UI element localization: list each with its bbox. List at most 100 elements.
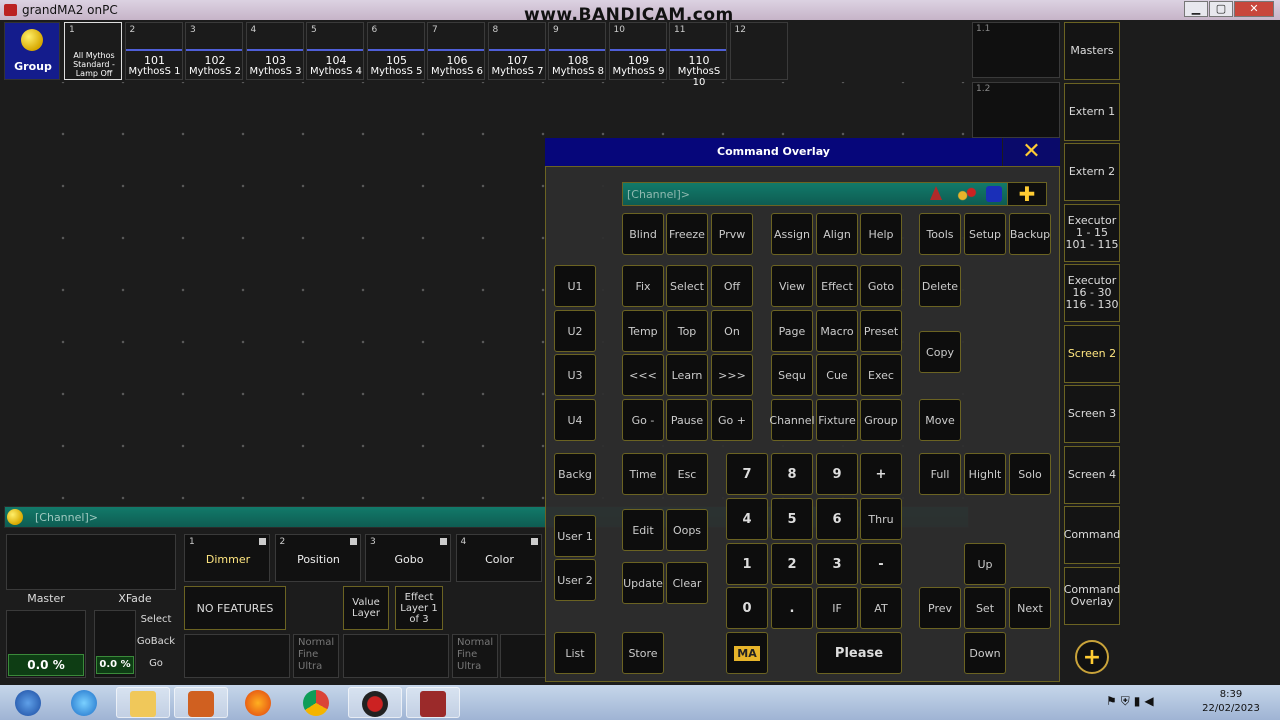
key-setup[interactable]: Setup bbox=[964, 213, 1006, 255]
encoder-1[interactable] bbox=[184, 634, 290, 678]
key-minus[interactable]: - bbox=[860, 543, 902, 585]
key-highlt[interactable]: Highlt bbox=[964, 453, 1006, 495]
key-view[interactable]: View bbox=[771, 265, 813, 307]
key-top[interactable]: Top bbox=[666, 310, 708, 352]
key-assign[interactable]: Assign bbox=[771, 213, 813, 255]
key-esc[interactable]: Esc bbox=[666, 453, 708, 495]
close-window-button[interactable]: ✕ bbox=[1234, 1, 1274, 17]
key-fixture[interactable]: Fixture bbox=[816, 399, 858, 441]
right-bar-extern-1[interactable]: Extern 1 bbox=[1064, 82, 1120, 141]
key-solo[interactable]: Solo bbox=[1009, 453, 1051, 495]
right-bar-command-overlay[interactable]: Command Overlay bbox=[1064, 566, 1120, 625]
key-goplus[interactable]: Go + bbox=[711, 399, 753, 441]
key-store[interactable]: Store bbox=[622, 632, 664, 674]
key-d8[interactable]: 8 bbox=[771, 453, 813, 495]
group-cell[interactable]: 9 108 MythosS 8 bbox=[548, 22, 606, 80]
key-d2[interactable]: 2 bbox=[771, 543, 813, 585]
group-cell[interactable]: 11 110 MythosS 10 bbox=[669, 22, 727, 88]
key-u4[interactable]: U4 bbox=[554, 399, 596, 441]
key-backup[interactable]: Backup bbox=[1009, 213, 1051, 255]
resolution-1[interactable]: Normal Fine Ultra bbox=[293, 634, 339, 678]
key-channel[interactable]: Channel bbox=[769, 399, 815, 441]
right-bar-screen-4[interactable]: Screen 4 bbox=[1064, 445, 1120, 504]
key-down[interactable]: Down bbox=[964, 632, 1006, 674]
select-button[interactable]: Select bbox=[138, 614, 174, 630]
minimize-button[interactable]: ▁ bbox=[1184, 1, 1208, 17]
key-sequ[interactable]: Sequ bbox=[771, 354, 813, 396]
key-freeze[interactable]: Freeze bbox=[666, 213, 708, 255]
go-button[interactable]: Go bbox=[138, 658, 174, 674]
key-macro[interactable]: Macro bbox=[816, 310, 858, 352]
key-d4[interactable]: 4 bbox=[726, 498, 768, 540]
key-d9[interactable]: 9 bbox=[816, 453, 858, 495]
right-bar-masters[interactable]: Masters bbox=[1064, 22, 1120, 80]
key-d0[interactable]: 0 bbox=[726, 587, 768, 629]
key-please[interactable]: Please bbox=[816, 632, 902, 674]
key-fix[interactable]: Fix bbox=[622, 265, 664, 307]
key-d6[interactable]: 6 bbox=[816, 498, 858, 540]
key-backg[interactable]: Backg bbox=[554, 453, 596, 495]
key-help[interactable]: Help bbox=[860, 213, 902, 255]
resolution-2[interactable]: Normal Fine Ultra bbox=[452, 634, 498, 678]
key-prev3[interactable]: <<< bbox=[622, 354, 664, 396]
taskbar-firefox[interactable] bbox=[232, 687, 286, 718]
key-group[interactable]: Group bbox=[860, 399, 902, 441]
key-user1[interactable]: User 1 bbox=[554, 515, 596, 557]
feature-position[interactable]: 2 Position bbox=[274, 534, 361, 582]
key-full[interactable]: Full bbox=[919, 453, 961, 495]
clock[interactable]: 8:39 22/02/2023 bbox=[1196, 688, 1266, 716]
group-cell[interactable]: 2 101 MythosS 1 bbox=[124, 22, 183, 80]
taskbar-media[interactable] bbox=[174, 687, 228, 718]
right-bar-extern-2[interactable]: Extern 2 bbox=[1064, 143, 1120, 201]
overlay-close-button[interactable]: ✕ bbox=[1003, 138, 1060, 166]
key-copy[interactable]: Copy bbox=[919, 331, 961, 373]
overlay-command-input[interactable]: [Channel]> bbox=[622, 182, 1047, 206]
group-cell[interactable]: 5 104 MythosS 4 bbox=[306, 22, 364, 80]
feature-dimmer[interactable]: 1 Dimmer bbox=[184, 534, 270, 582]
group-pool-button[interactable]: Group bbox=[4, 22, 60, 80]
maximize-button[interactable]: ▢ bbox=[1209, 1, 1233, 17]
key-clear[interactable]: Clear bbox=[666, 562, 708, 604]
value-layer-button[interactable]: Value Layer bbox=[343, 586, 389, 630]
group-cell[interactable]: 10 109 MythosS 9 bbox=[608, 22, 667, 80]
key-align[interactable]: Align bbox=[816, 213, 858, 255]
key-if[interactable]: IF bbox=[816, 587, 858, 629]
key-update[interactable]: Update bbox=[622, 562, 664, 604]
key-user2[interactable]: User 2 bbox=[554, 559, 596, 601]
key-prev[interactable]: Prev bbox=[919, 587, 961, 629]
key-plus[interactable]: + bbox=[860, 453, 902, 495]
group-cell[interactable]: 12 bbox=[729, 22, 788, 80]
key-u3[interactable]: U3 bbox=[554, 354, 596, 396]
key-next3[interactable]: >>> bbox=[711, 354, 753, 396]
key-select[interactable]: Select bbox=[666, 265, 708, 307]
right-bar-screen-3[interactable]: Screen 3 bbox=[1064, 385, 1120, 443]
key-next[interactable]: Next bbox=[1009, 587, 1051, 629]
key-set[interactable]: Set bbox=[964, 587, 1006, 629]
key-edit[interactable]: Edit bbox=[622, 509, 664, 551]
key-pause[interactable]: Pause bbox=[666, 399, 708, 441]
group-cell[interactable]: 1 All Mythos Standard - Lamp Off bbox=[64, 22, 122, 80]
key-blind[interactable]: Blind bbox=[622, 213, 664, 255]
key-ma[interactable]: MA bbox=[726, 632, 768, 674]
key-prvw[interactable]: Prvw bbox=[711, 213, 753, 255]
key-up[interactable]: Up bbox=[964, 543, 1006, 585]
taskbar-explorer[interactable] bbox=[116, 687, 170, 718]
key-delete[interactable]: Delete bbox=[919, 265, 961, 307]
group-cell[interactable]: 7 106 MythosS 6 bbox=[427, 22, 485, 80]
key-dot[interactable]: . bbox=[771, 587, 813, 629]
group-cell[interactable]: 8 107 MythosS 7 bbox=[487, 22, 546, 80]
key-page[interactable]: Page bbox=[771, 310, 813, 352]
taskbar-chrome[interactable] bbox=[290, 687, 344, 718]
key-oops[interactable]: Oops bbox=[666, 509, 708, 551]
key-exec[interactable]: Exec bbox=[860, 354, 902, 396]
right-bar-command[interactable]: Command bbox=[1064, 506, 1120, 564]
goback-button[interactable]: GoBack bbox=[136, 636, 176, 652]
key-tools[interactable]: Tools bbox=[919, 213, 961, 255]
effect-layer-button[interactable]: Effect Layer 1 of 3 bbox=[395, 586, 443, 630]
key-move[interactable]: Move bbox=[919, 399, 961, 441]
add-icon[interactable]: + bbox=[1075, 640, 1109, 674]
key-at[interactable]: AT bbox=[860, 587, 902, 629]
key-d7[interactable]: 7 bbox=[726, 453, 768, 495]
system-tray[interactable]: ⚑⛨▮◀ bbox=[1106, 694, 1188, 710]
overlay-plus-button[interactable]: ✚ bbox=[1007, 182, 1047, 206]
